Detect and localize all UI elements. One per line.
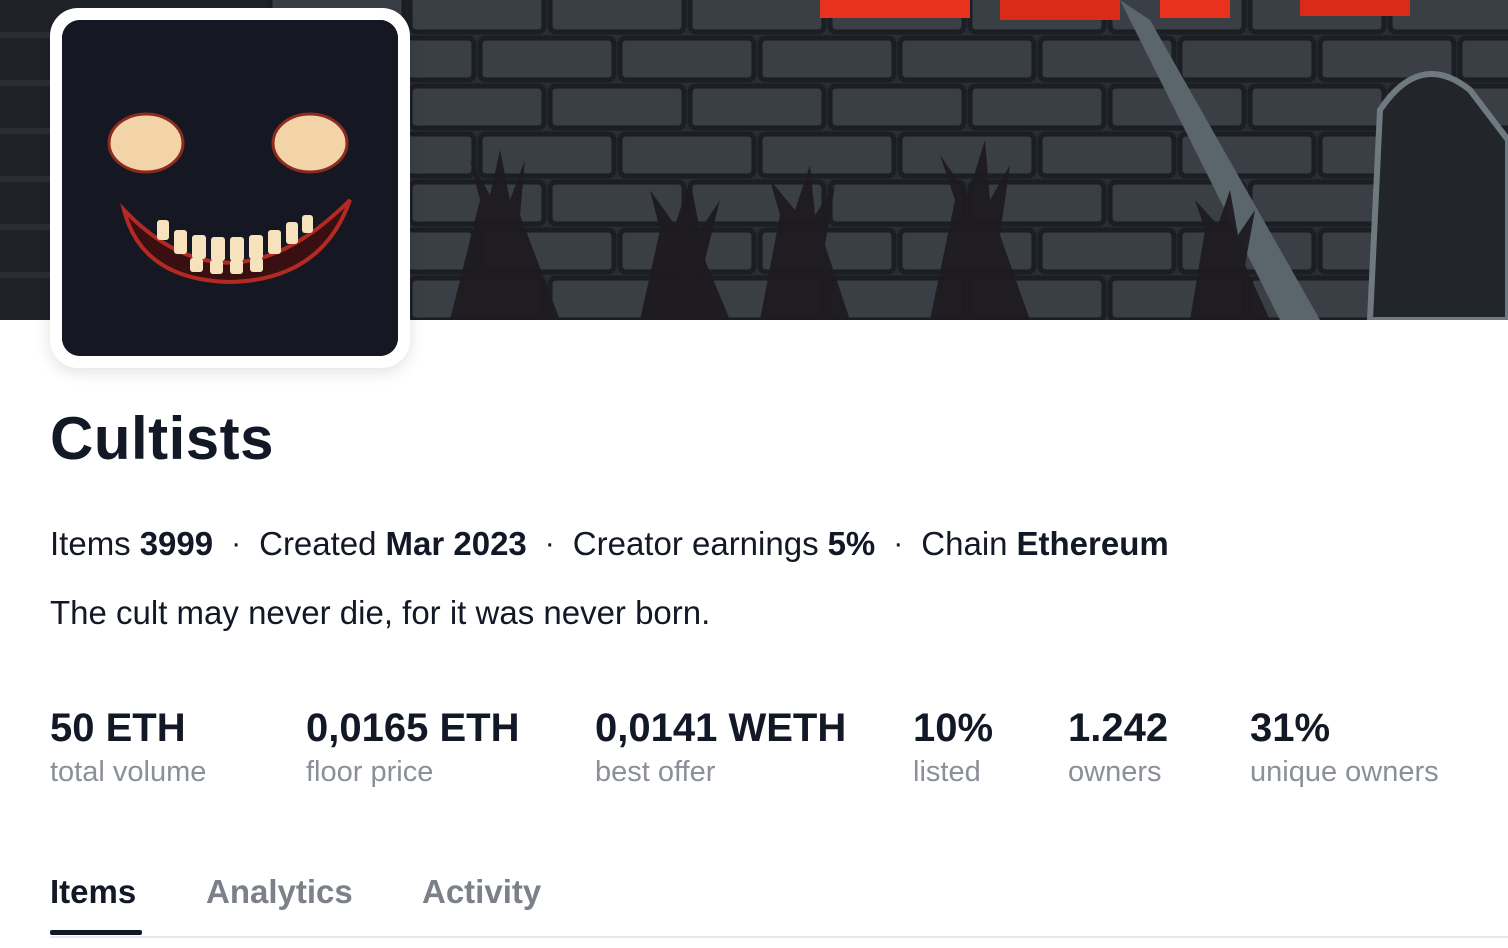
stat-value: 1.242 (1068, 706, 1169, 750)
meta-separator: · (893, 527, 904, 560)
meta-items-value: 3999 (139, 525, 214, 562)
meta-creator-earnings: Creator earnings 5% (573, 525, 876, 563)
collection-tabs: Items Analytics Activity (0, 866, 1508, 948)
tab-items[interactable]: Items (50, 866, 136, 918)
stat-label: unique owners (1250, 756, 1439, 788)
meta-separator: · (231, 527, 242, 560)
stat-unique-owners: 31% unique owners (1250, 704, 1439, 790)
meta-separator: · (544, 527, 555, 560)
stat-best-offer: 0,0141 WETH best offer (595, 704, 846, 790)
tabs-divider (50, 936, 1508, 938)
stat-label: listed (913, 756, 981, 788)
tab-activity[interactable]: Activity (422, 866, 541, 918)
stat-value: 50 ETH (50, 706, 186, 750)
meta-creator-earnings-value: 5% (827, 525, 876, 562)
collection-avatar (50, 8, 410, 368)
stat-label: best offer (595, 756, 716, 788)
meta-created-value: Mar 2023 (385, 525, 527, 562)
stat-total-volume: 50 ETH total volume (50, 704, 206, 790)
collection-meta: Items 3999 · Created Mar 2023 · Creator ea… (50, 522, 1169, 566)
collection-description: The cult may never die, for it was never… (50, 594, 711, 631)
smiling-face-icon (62, 20, 398, 356)
stat-label: floor price (306, 756, 434, 788)
stat-value: 31% (1250, 706, 1331, 750)
tab-analytics[interactable]: Analytics (206, 866, 353, 918)
active-tab-indicator (50, 930, 142, 935)
meta-chain-label: Chain (921, 525, 1008, 562)
meta-chain-value: Ethereum (1016, 525, 1169, 562)
stat-value: 0,0141 WETH (595, 706, 847, 750)
avatar-image (62, 20, 398, 356)
meta-chain: Chain Ethereum (921, 525, 1168, 563)
meta-items: Items 3999 (50, 525, 213, 563)
meta-created-label: Created (259, 525, 377, 562)
collection-page: Cultists Items 3999 · Created Mar 2023 · C… (0, 0, 1508, 948)
stat-floor-price: 0,0165 ETH floor price (306, 704, 519, 790)
stat-label: total volume (50, 756, 207, 788)
stat-owners: 1.242 owners (1068, 704, 1168, 790)
stat-label: owners (1068, 756, 1162, 788)
meta-items-label: Items (50, 525, 131, 562)
stat-listed: 10% listed (913, 704, 993, 790)
stat-value: 0,0165 ETH (306, 706, 520, 750)
meta-created: Created Mar 2023 (259, 525, 527, 563)
meta-creator-earnings-label: Creator earnings (572, 525, 819, 562)
collection-title: Cultists (50, 405, 275, 472)
stat-value: 10% (913, 706, 994, 750)
